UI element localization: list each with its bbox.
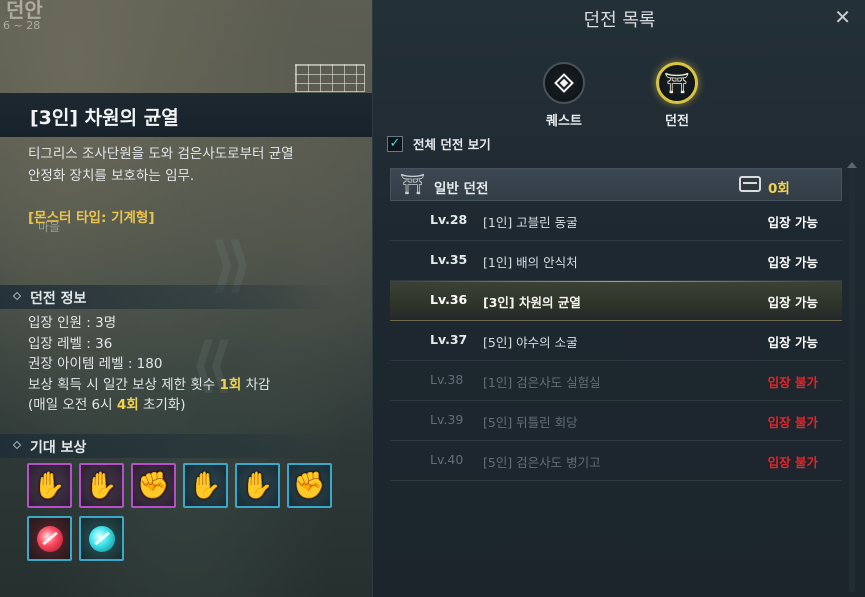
dungeon-row[interactable]: Lv.35 [1인] 배의 안식처 입장 가능: [390, 241, 842, 281]
dungeon-group-header[interactable]: ⛩ 일반 던전 0회: [390, 168, 842, 201]
reward-limit-count: 1회: [219, 376, 242, 393]
group-label: 일반 던전: [434, 181, 489, 197]
list-scrollbar[interactable]: [849, 162, 855, 592]
group-count: 0회: [768, 181, 790, 197]
reward-slot[interactable]: [79, 516, 124, 561]
dungeon-name: [1인] 배의 안식처: [483, 255, 578, 270]
dungeon-info-details: 입장 인원 : 3명 입장 레벨 : 36 권장 아이템 레벨 : 180 보상…: [28, 313, 270, 416]
description-line: 안정화 장치를 보호하는 임무.: [28, 168, 195, 184]
reward-slot[interactable]: ✋: [79, 463, 124, 508]
monster-type: [몬스터 타입: 기계형]: [28, 210, 155, 226]
dungeon-row[interactable]: Lv.40 [5인] 검은사도 병기고 입장 불가: [390, 441, 842, 481]
reset-text: 초기화): [138, 397, 186, 413]
gauntlet-icon: ✋: [189, 470, 222, 501]
show-all-label: 전체 던전 보기: [413, 137, 491, 152]
dungeon-name: [5인] 야수의 소굴: [483, 335, 578, 350]
red-gem-icon: [36, 525, 63, 552]
studded-gauntlet-icon: ✊: [293, 470, 326, 501]
tab-label: 던전: [665, 114, 689, 129]
entry-status: 입장 가능: [767, 215, 818, 230]
description-line: 티그리스 조사단원을 도와 검은사도로부터 균열: [28, 146, 294, 162]
dungeon-row[interactable]: Lv.28 [1인] 고블린 동굴 입장 가능: [390, 201, 842, 241]
dungeon-title-bar: [3인] 차원의 균열: [0, 93, 372, 137]
quest-diamond-icon: [554, 73, 574, 93]
glove-icon: ✋: [241, 470, 274, 501]
dungeon-row-selected[interactable]: Lv.36 [3인] 차원의 균열 입장 가능: [390, 281, 842, 321]
reset-text: (매일 오전 6시: [28, 397, 117, 413]
party-size: 입장 인원 : 3명: [28, 315, 117, 331]
reward-slot[interactable]: ✊: [131, 463, 176, 508]
dungeon-level: Lv.35: [430, 252, 468, 267]
reset-info: (매일 오전 6시 4회 초기화): [28, 395, 270, 416]
dungeon-level: Lv.38: [430, 372, 464, 387]
reward-slot[interactable]: ✋: [27, 463, 72, 508]
entry-status: 입장 불가: [767, 415, 818, 430]
glove-icon: ✋: [85, 470, 118, 501]
dungeon-description: 티그리스 조사단원을 도와 검은사도로부터 균열 안정화 장치를 보호하는 임무…: [28, 143, 348, 187]
close-icon[interactable]: ✕: [834, 5, 851, 29]
dungeon-row[interactable]: Lv.38 [1인] 검은사도 실험실 입장 불가: [390, 361, 842, 401]
entry-status: 입장 불가: [767, 455, 818, 470]
reward-slot[interactable]: [27, 516, 72, 561]
minimap-grid[interactable]: [295, 64, 365, 92]
entry-status: 입장 불가: [767, 375, 818, 390]
recommended-item-level: 권장 아이템 레벨 : 180: [28, 356, 163, 372]
gauntlet-icon: ✋: [33, 470, 66, 501]
tab-quest[interactable]: 퀘스트: [536, 62, 592, 129]
reward-limit: 보상 획득 시 일간 보상 제한 횟수 1회 차감: [28, 375, 270, 396]
show-all-checkbox[interactable]: ✓: [387, 135, 403, 152]
section-diamond-icon: [12, 291, 22, 301]
entry-status: 입장 가능: [767, 335, 818, 350]
dungeon-tab-circle: ⛩: [656, 62, 698, 104]
dungeon-info-header: 던전 정보: [0, 285, 340, 309]
dungeon-list: ⛩ 일반 던전 0회 Lv.28 [1인] 고블린 동굴 입장 가능 Lv.35…: [390, 168, 842, 481]
section-title: 던전 정보: [30, 291, 87, 307]
section-diamond-icon: [12, 440, 22, 450]
map-level-range: 6 ~ 28: [3, 19, 41, 32]
section-title: 기대 보상: [30, 440, 87, 456]
tab-label: 퀘스트: [546, 114, 582, 129]
tab-dungeon[interactable]: ⛩ 던전: [649, 62, 705, 129]
dungeon-name: [5인] 뒤틀린 회당: [483, 415, 578, 430]
studded-gauntlet-icon: ✊: [137, 470, 170, 501]
dungeon-name: [1인] 고블린 동굴: [483, 215, 578, 230]
dungeon-title: [3인] 차원의 균열: [30, 107, 179, 129]
dungeon-gate-icon: ⛩: [664, 71, 690, 95]
chest-icon: [739, 176, 761, 192]
scroll-up-arrow-icon[interactable]: [847, 162, 857, 168]
dungeon-name: [5인] 검은사도 병기고: [483, 455, 601, 470]
entry-status: 입장 가능: [767, 255, 818, 270]
show-all-dungeons-toggle[interactable]: ✓ 전체 던전 보기: [387, 134, 491, 153]
dungeon-level: Lv.37: [430, 332, 468, 347]
quest-tab-circle: [543, 62, 585, 104]
dungeon-name: [3인] 차원의 균열: [483, 295, 581, 310]
teal-gem-icon: [88, 525, 115, 552]
reward-slot[interactable]: ✊: [287, 463, 332, 508]
dungeon-row[interactable]: Lv.37 [5인] 야수의 소굴 입장 가능: [390, 321, 842, 361]
reward-slot[interactable]: ✋: [183, 463, 228, 508]
reward-slot[interactable]: ✋: [235, 463, 280, 508]
entry-status: 입장 가능: [767, 295, 818, 310]
panel-title: 던전 목록: [583, 10, 656, 31]
reward-limit-text: 보상 획득 시 일간 보상 제한 횟수: [28, 376, 220, 393]
dungeon-level: Lv.39: [430, 412, 464, 427]
dungeon-gate-icon: ⛩: [400, 172, 426, 196]
entry-level: 입장 레벨 : 36: [28, 335, 113, 352]
dungeon-level: Lv.28: [430, 212, 468, 227]
dungeon-list-panel: 던전 목록 ✕ 퀘스트 ⛩ 던전 ✓ 전체 던전 보기 ⛩ 일반 던전 0회 L…: [372, 0, 865, 597]
reset-count: 4회: [116, 397, 139, 413]
reward-limit-text: 차감: [241, 376, 271, 393]
expected-rewards-header: 기대 보상: [0, 434, 340, 458]
dungeon-level: Lv.36: [430, 292, 468, 307]
dungeon-row[interactable]: Lv.39 [5인] 뒤틀린 회당 입장 불가: [390, 401, 842, 441]
dungeon-level: Lv.40: [430, 452, 464, 467]
dungeon-name: [1인] 검은사도 실험실: [483, 375, 601, 390]
